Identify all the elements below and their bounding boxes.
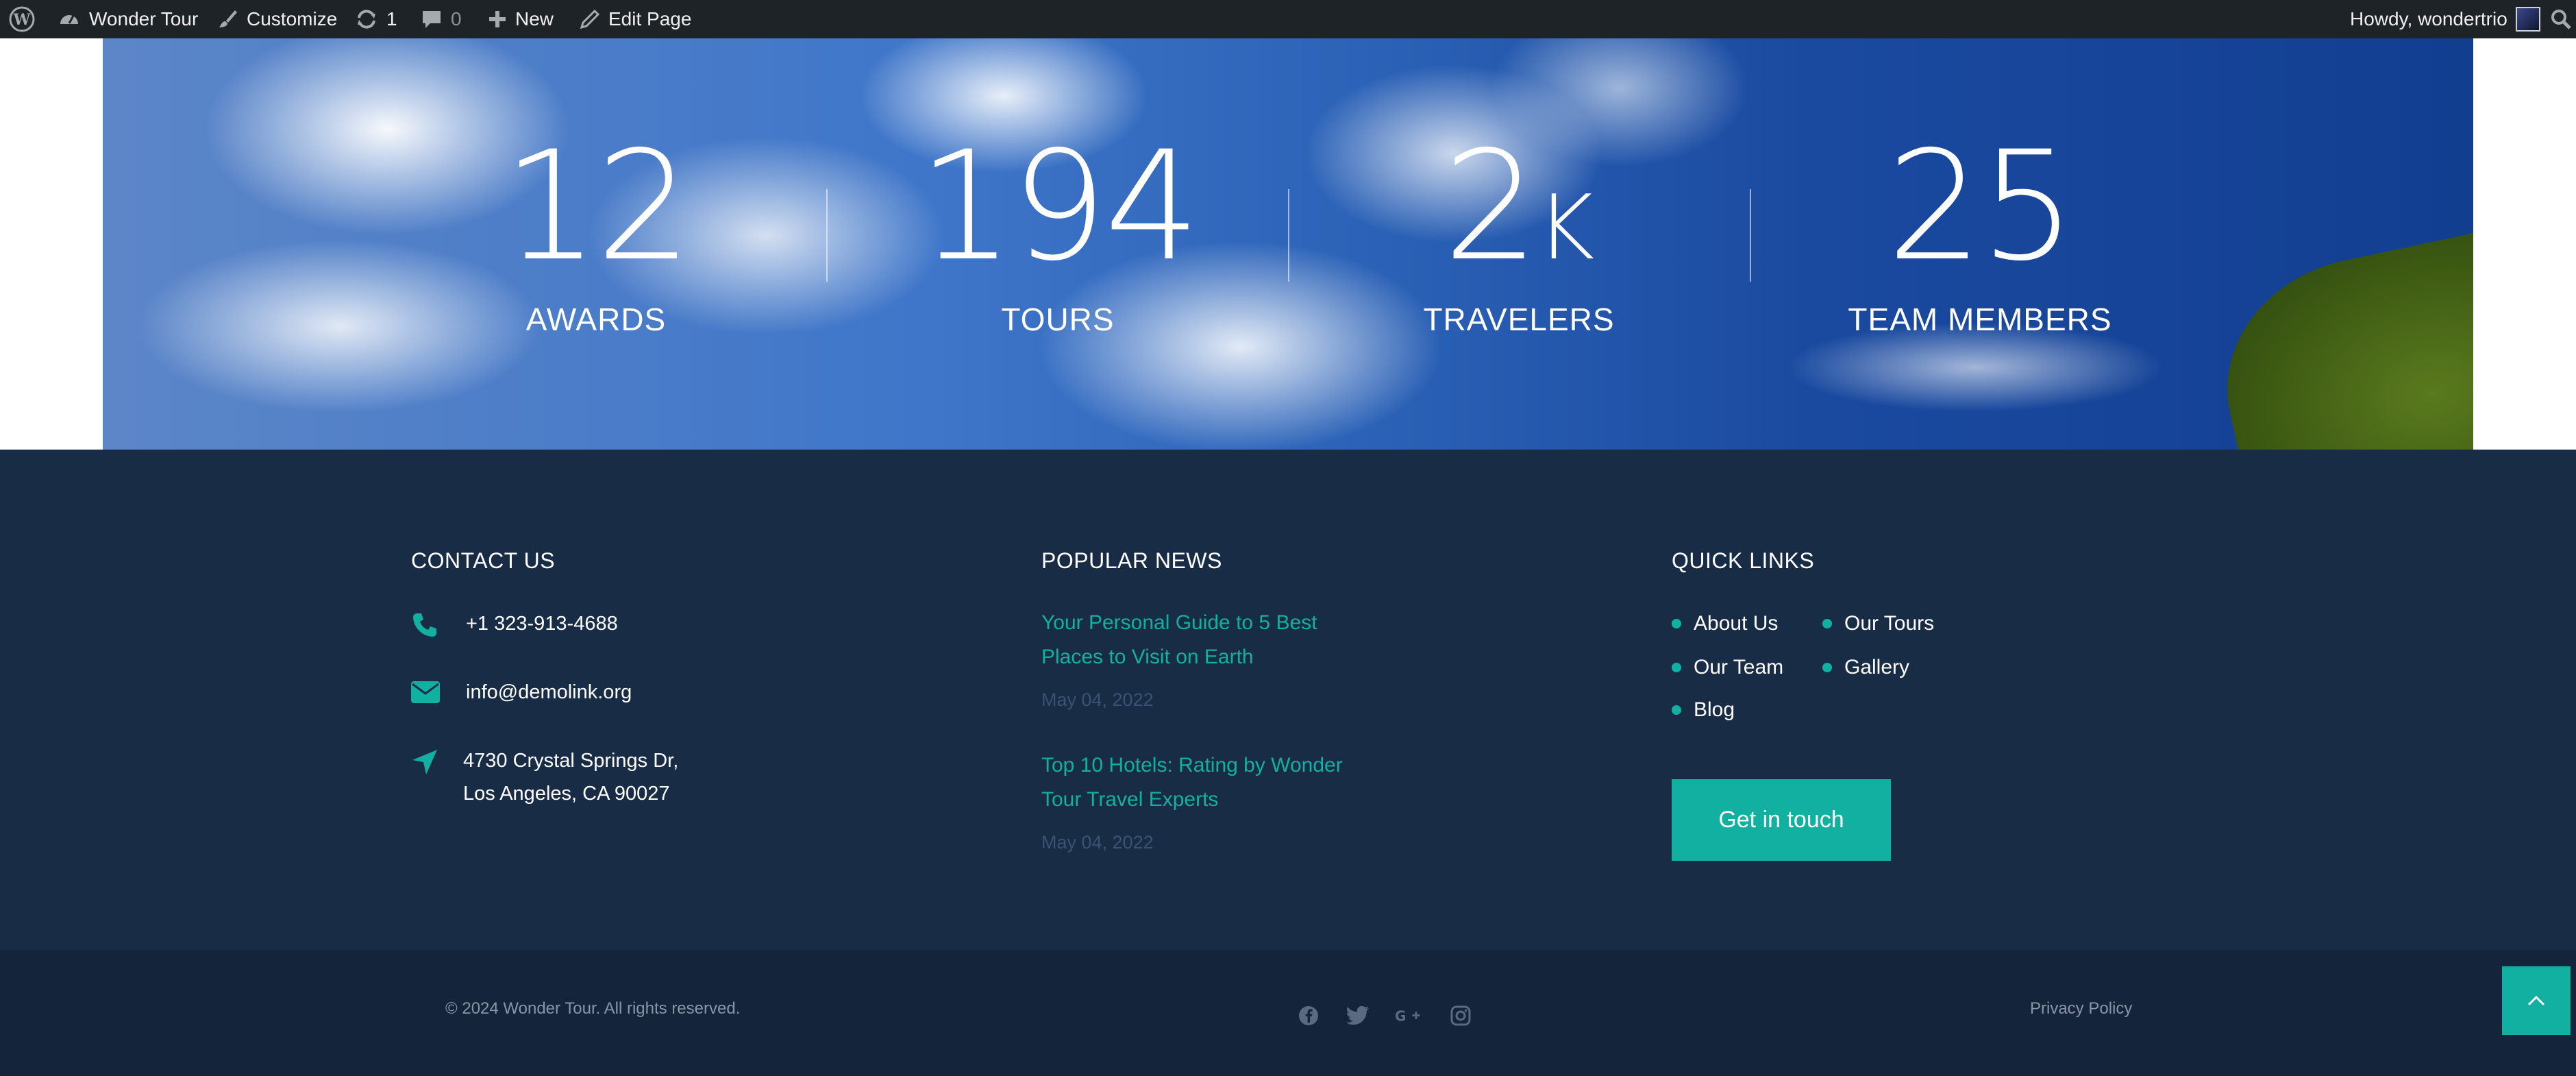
copyright: © 2024 Wonder Tour. All rights reserved.: [445, 999, 741, 1018]
news-link[interactable]: Top 10 Hotels: Rating by Wonder Tour Tra…: [1041, 748, 1357, 817]
bullet-dot: [1822, 619, 1832, 628]
my-account-menu[interactable]: Howdy, wondertrio: [2350, 0, 2540, 38]
twitter-icon[interactable]: [1344, 1002, 1372, 1029]
news-link[interactable]: Your Personal Guide to 5 Best Places to …: [1041, 606, 1357, 674]
quick-link-label: Gallery: [1844, 656, 1910, 678]
updates-icon: [358, 10, 375, 29]
stat-travelers: 2K TRAVELERS: [1375, 119, 1663, 338]
stat-number: 12: [503, 119, 692, 294]
wordpress-logo-icon[interactable]: W: [8, 0, 36, 38]
site-name-menu[interactable]: Wonder Tour: [58, 0, 198, 38]
quick-link-label: About Us: [1694, 612, 1779, 635]
phone-number: +1 323-913-4688: [466, 613, 618, 635]
bullet-dot: [1672, 619, 1681, 628]
comments-count: 0: [451, 8, 462, 29]
paintbrush-icon: [219, 10, 237, 27]
bullet-dot: [1822, 663, 1832, 672]
howdy-text: Howdy, wondertrio: [2350, 8, 2507, 29]
customize-label: Customize: [247, 8, 338, 29]
hill-image: [2204, 230, 2473, 450]
address: 4730 Crystal Springs Dr, Los Angeles, CA …: [463, 744, 678, 810]
address-line-2: Los Angeles, CA 90027: [463, 783, 670, 805]
back-to-top-button[interactable]: [2502, 966, 2571, 1035]
facebook-icon[interactable]: [1295, 1002, 1322, 1029]
stat-label: TOURS: [1001, 302, 1115, 337]
google-plus-icon[interactable]: G: [1395, 1002, 1422, 1029]
privacy-policy-link[interactable]: Privacy Policy: [2030, 999, 2132, 1018]
contact-email[interactable]: info@demolink.org: [411, 676, 632, 715]
comment-icon: [423, 11, 441, 28]
stat-number: 2K: [1443, 119, 1595, 294]
dashboard-icon: [60, 15, 78, 24]
quick-link-gallery[interactable]: Gallery: [1822, 656, 1909, 679]
quick-link-our-team[interactable]: Our Team: [1672, 656, 1783, 679]
new-label: New: [515, 8, 554, 29]
quick-link-about-us[interactable]: About Us: [1672, 612, 1778, 635]
edit-page-label: Edit Page: [608, 8, 692, 29]
search-icon[interactable]: [2550, 0, 2572, 38]
bullet-dot: [1672, 705, 1681, 715]
stat-team-members: 25 TEAM MEMBERS: [1836, 119, 2124, 338]
quick-link-our-tours[interactable]: Our Tours: [1822, 612, 1934, 635]
address-line-1: 4730 Crystal Springs Dr,: [463, 750, 679, 772]
contact-phone[interactable]: +1 323-913-4688: [411, 607, 618, 649]
svg-text:W: W: [13, 11, 31, 29]
edit-page-button[interactable]: Edit Page: [580, 0, 691, 38]
plus-icon: [489, 11, 506, 27]
stat-tours: 194 TOURS: [914, 119, 1202, 338]
bottom-bar: [0, 950, 2576, 1076]
stat-divider: [826, 189, 828, 282]
chevron-up-icon: [2527, 995, 2545, 1006]
stat-awards: 12 AWARDS: [452, 119, 740, 338]
instagram-icon[interactable]: [1447, 1002, 1474, 1029]
email-address: info@demolink.org: [466, 681, 632, 703]
pencil-icon: [580, 9, 600, 29]
quick-links-title: QUICK LINKS: [1672, 548, 1815, 573]
svg-text:G: G: [1395, 1007, 1406, 1024]
avatar: [2515, 7, 2540, 32]
updates-count: 1: [386, 8, 397, 29]
quick-link-label: Our Team: [1694, 656, 1784, 678]
quick-link-blog[interactable]: Blog: [1672, 698, 1735, 722]
new-content-button[interactable]: New: [488, 0, 554, 38]
news-title: POPULAR NEWS: [1041, 548, 1222, 573]
envelope-icon: [411, 676, 466, 715]
footer: [0, 450, 2576, 950]
stat-number: 194: [918, 119, 1200, 294]
stat-label: AWARDS: [525, 302, 667, 337]
stats-section: 12 AWARDS 194 TOURS 2K TRAVELERS 25 TEAM…: [103, 38, 2473, 450]
stat-divider: [1750, 189, 1751, 282]
admin-bar: W Wonder Tour Customize 1 0 New Edit Pag…: [0, 0, 2576, 38]
site-name: Wonder Tour: [89, 8, 199, 29]
customize-button[interactable]: Customize: [216, 0, 337, 38]
news-date: May 04, 2022: [1041, 689, 1154, 710]
stat-number: 25: [1887, 119, 2076, 294]
phone-icon: [411, 607, 466, 649]
quick-link-label: Blog: [1694, 698, 1735, 721]
contact-title: CONTACT US: [411, 548, 556, 573]
location-arrow-icon: [411, 744, 463, 786]
updates-button[interactable]: 1: [355, 0, 397, 38]
news-date: May 04, 2022: [1041, 832, 1154, 853]
bullet-dot: [1672, 663, 1681, 672]
get-in-touch-button[interactable]: Get in touch: [1672, 779, 1891, 861]
comments-button[interactable]: 0: [421, 0, 462, 38]
contact-address: 4730 Crystal Springs Dr, Los Angeles, CA …: [411, 744, 678, 810]
quick-link-label: Our Tours: [1844, 612, 1935, 635]
stat-label: TEAM MEMBERS: [1848, 302, 2112, 337]
stat-label: TRAVELERS: [1423, 302, 1615, 337]
stat-divider: [1288, 189, 1289, 282]
